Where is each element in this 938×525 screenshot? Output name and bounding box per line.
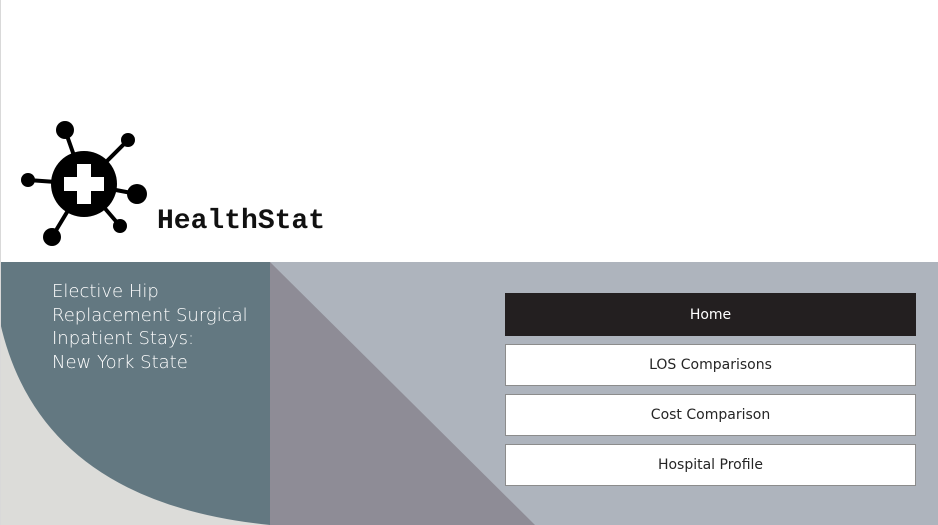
report-title: Elective Hip Replacement Surgical Inpati… [52,280,267,374]
report-title-line-2: Replacement Surgical [52,304,248,326]
home-button[interactable]: Home [505,293,916,336]
header: HealthStat [0,0,938,262]
left-border [0,0,1,525]
los-comparisons-button[interactable]: LOS Comparisons [505,344,916,386]
page: HealthStat Elective Hip Replacement Surg… [0,0,938,525]
hospital-profile-button[interactable]: Hospital Profile [505,444,916,486]
healthstat-logo-icon [21,121,147,246]
report-title-line-4: New York State [52,351,188,373]
brand-name: HealthStat [157,206,326,237]
report-title-line-1: Elective Hip [52,281,159,302]
cost-comparison-button[interactable]: Cost Comparison [505,394,916,436]
report-title-line-3: Inpatient Stays: [52,328,195,349]
navigation-menu: Home LOS Comparisons Cost Comparison Hos… [505,293,916,494]
